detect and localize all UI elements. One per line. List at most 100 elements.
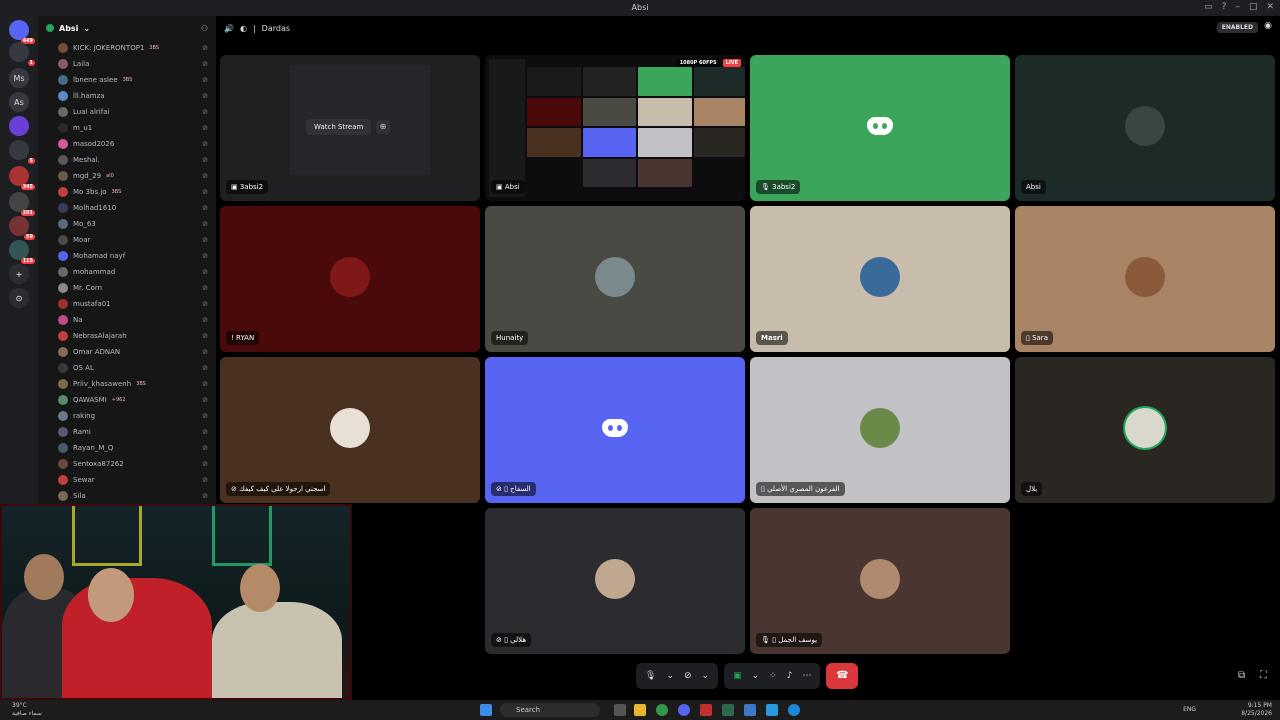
member-item[interactable]: Moar ⊘: [38, 232, 216, 248]
minimize-button[interactable]: –: [1235, 2, 1240, 12]
participant-tile[interactable]: بلال: [1015, 357, 1275, 503]
close-button[interactable]: ✕: [1266, 2, 1274, 12]
member-item[interactable]: m_u1 ⊘: [38, 120, 216, 136]
chevron-down-icon[interactable]: ⌄: [666, 671, 674, 681]
participant-tile[interactable]: ⊘ ▯ هلالي: [485, 508, 745, 654]
member-item[interactable]: Mo 3bs.jo 3BS ⊘: [38, 184, 216, 200]
member-name: Mo 3bs.jo: [73, 188, 107, 196]
member-item[interactable]: Molhad1610 ⊘: [38, 200, 216, 216]
chevron-down-icon[interactable]: ⌄: [702, 671, 710, 681]
member-item[interactable]: Rami ⊘: [38, 424, 216, 440]
discord-icon[interactable]: [678, 704, 690, 716]
member-item[interactable]: mustafa01 ⊘: [38, 296, 216, 312]
member-item[interactable]: Priiv_khasawenh 3BS ⊘: [38, 376, 216, 392]
microphone-icon[interactable]: 🎙: [645, 671, 656, 681]
tile-label: ▣ Absi: [491, 180, 525, 194]
member-item[interactable]: KICK: JOKERONTOP1 3BS ⊘: [38, 40, 216, 56]
member-item[interactable]: mohammad ⊘: [38, 264, 216, 280]
activities-icon[interactable]: ⁘: [769, 671, 777, 681]
stream-tile[interactable]: Watch Stream ⊕ ▣ 3absi2: [220, 55, 480, 201]
member-item[interactable]: Mo_63 ⊘: [38, 216, 216, 232]
participant-tile[interactable]: Masri: [750, 206, 1010, 352]
channel-name: Dardas: [261, 23, 291, 33]
search-box[interactable]: Search: [500, 703, 600, 717]
member-item[interactable]: Rayan_M_Q ⊘: [38, 440, 216, 456]
server-icon[interactable]: 5: [9, 140, 35, 164]
language-indicator[interactable]: ENG: [1183, 706, 1196, 713]
clock[interactable]: 9:15 PM 8/25/2026: [1241, 702, 1272, 718]
member-item[interactable]: Sentoxa87262 ⊘: [38, 456, 216, 472]
inbox-icon[interactable]: ▭: [1204, 2, 1213, 12]
member-item[interactable]: NebrasAlajarah ⊘: [38, 328, 216, 344]
participant-tile[interactable]: ▯ Sara: [1015, 206, 1275, 352]
participant-tile[interactable]: Absi: [1015, 55, 1275, 201]
maximize-button[interactable]: □: [1249, 2, 1258, 12]
activity-icon[interactable]: ◉: [1264, 21, 1272, 31]
tile-label: ⊘ ▯ هلالي: [491, 633, 532, 647]
weather-widget[interactable]: 39°C سماء صافية: [12, 702, 42, 718]
light-decoration: [72, 506, 142, 566]
member-item[interactable]: mgd_29 al0 ⊘: [38, 168, 216, 184]
member-item[interactable]: Sila ⊘: [38, 488, 216, 504]
server-header[interactable]: Absi ⌄ ⚇: [38, 16, 216, 40]
participant-tile[interactable]: ⊘ اسجني ارجولا على كيف كيفك: [220, 357, 480, 503]
add-member-icon[interactable]: ⚇: [201, 24, 208, 33]
member-item[interactable]: lll.hamza ⊘: [38, 88, 216, 104]
participant-tile[interactable]: Hunaity: [485, 206, 745, 352]
home-button[interactable]: 449: [9, 20, 35, 44]
chrome-icon[interactable]: [656, 704, 668, 716]
screen-share-icon[interactable]: ▣: [733, 671, 742, 681]
avatar: [58, 75, 68, 85]
server-icon[interactable]: 201: [9, 192, 35, 216]
server-icon[interactable]: 1: [9, 42, 35, 66]
popout-icon[interactable]: ⧉: [1238, 670, 1245, 681]
member-item[interactable]: Sewar ⊘: [38, 472, 216, 488]
server-icon[interactable]: Ms: [9, 68, 29, 88]
participant-tile[interactable]: 🎙 ▯ يوسف الجمل: [750, 508, 1010, 654]
member-item[interactable]: lbnene aslee 3BS ⊘: [38, 72, 216, 88]
member-name: mohammad: [73, 268, 116, 276]
soundboard-icon[interactable]: ♪: [787, 671, 793, 681]
explore-icon[interactable]: ⊙: [9, 288, 29, 308]
member-item[interactable]: Laila ⊘: [38, 56, 216, 72]
member-item[interactable]: Mr. Corn ⊘: [38, 280, 216, 296]
participant-tile[interactable]: 🎙 3absi2: [750, 55, 1010, 201]
fullscreen-icon[interactable]: ⛶: [1260, 670, 1267, 681]
server-icon[interactable]: 345: [9, 166, 35, 190]
member-item[interactable]: Mohamad nayf ⊘: [38, 248, 216, 264]
camera-off-icon[interactable]: ⊘: [684, 671, 692, 681]
app-icon[interactable]: [766, 704, 778, 716]
server-icon[interactable]: 115: [9, 240, 35, 264]
disconnect-button[interactable]: ☎: [826, 663, 859, 689]
member-item[interactable]: Na ⊘: [38, 312, 216, 328]
app-icon[interactable]: [744, 704, 756, 716]
member-item[interactable]: masod2026 ⊘: [38, 136, 216, 152]
avatar: [1125, 257, 1165, 297]
member-item[interactable]: Lual alrifai ⊘: [38, 104, 216, 120]
server-icon[interactable]: 59: [9, 216, 35, 240]
participant-tile[interactable]: ! RYAN: [220, 206, 480, 352]
watch-stream-button[interactable]: Watch Stream: [306, 119, 372, 135]
server-icon[interactable]: [9, 116, 29, 136]
app-icon[interactable]: [722, 704, 734, 716]
member-item[interactable]: Meshal. ⊘: [38, 152, 216, 168]
member-item[interactable]: raking ⊘: [38, 408, 216, 424]
member-item[interactable]: OS AL ⊘: [38, 360, 216, 376]
participant-tile[interactable]: ▯ الفرعون المصري الأصلي: [750, 357, 1010, 503]
task-view-icon[interactable]: [614, 704, 626, 716]
server-icon[interactable]: As: [9, 92, 29, 112]
stream-tile[interactable]: 1080P 60FPS LIVE ▣ Absi: [485, 55, 745, 201]
edge-icon[interactable]: [788, 704, 800, 716]
chevron-down-icon[interactable]: ⌄: [752, 671, 760, 681]
participant-tile[interactable]: ⊘ ▯ السفاح: [485, 357, 745, 503]
add-server-icon[interactable]: +: [9, 264, 29, 284]
more-icon[interactable]: ⋯: [802, 671, 811, 681]
start-icon[interactable]: [480, 704, 492, 716]
member-item[interactable]: Omar ADNAN ⊘: [38, 344, 216, 360]
popout-icon[interactable]: ⊕: [376, 120, 390, 134]
file-explorer-icon[interactable]: [634, 704, 646, 716]
help-icon[interactable]: ?: [1222, 2, 1227, 12]
member-item[interactable]: QAWASMI +962 ⊘: [38, 392, 216, 408]
app-icon[interactable]: [700, 704, 712, 716]
member-tag: +962: [111, 397, 126, 403]
